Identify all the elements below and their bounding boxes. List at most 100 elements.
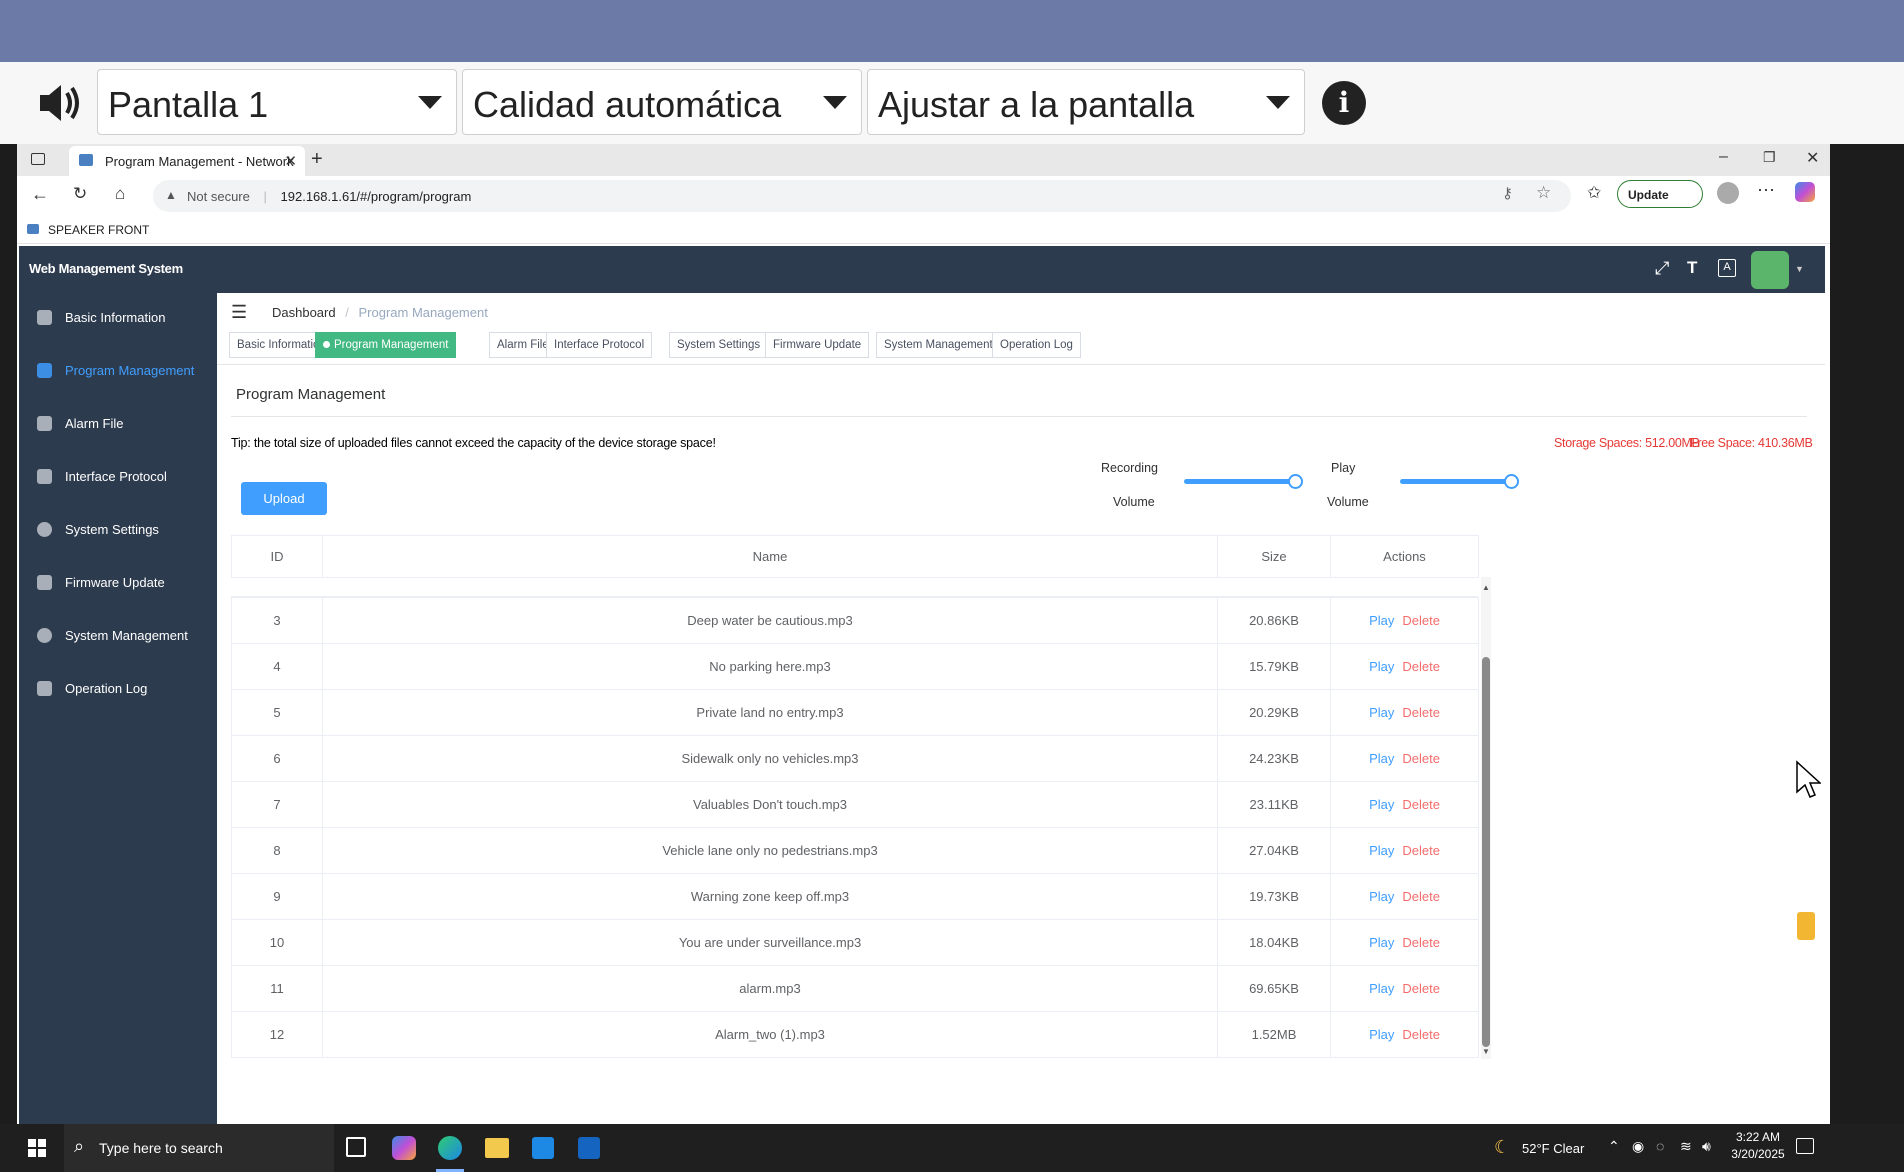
scroll-up-icon[interactable]: ▲ [1482,583,1490,592]
edge-icon[interactable] [438,1136,462,1160]
info-icon[interactable]: i [1322,81,1366,125]
sidebar-item-alarm-file[interactable]: Alarm File [19,404,217,444]
tab-actions-icon[interactable] [31,153,45,165]
screen-select[interactable]: Pantalla 1 [97,69,457,135]
sidebar: Basic Information Program Management Ala… [19,293,217,1124]
sidebar-item-basic-information[interactable]: Basic Information [19,298,217,338]
recording-volume-slider[interactable] [1184,479,1296,484]
close-tab-icon[interactable]: ✕ [284,152,297,170]
breadcrumb: Dashboard / Program Management [272,305,488,320]
quality-select[interactable]: Calidad automática [462,69,862,135]
file-explorer-icon[interactable] [485,1138,509,1158]
tag-system-management[interactable]: System Management [876,332,1001,358]
delete-link[interactable]: Delete [1402,751,1440,766]
tag-system-settings[interactable]: System Settings [669,332,769,358]
play-link[interactable]: Play [1369,705,1394,720]
sidebar-item-program-management[interactable]: Program Management [19,351,217,391]
tag-program-management[interactable]: Program Management [315,332,457,358]
new-tab-icon[interactable]: + [311,148,323,171]
play-link[interactable]: Play [1369,935,1394,950]
close-window-icon[interactable]: ✕ [1806,148,1819,168]
clock[interactable]: 3:22 AM 3/20/2025 [1728,1130,1788,1161]
user-avatar[interactable] [1751,251,1789,289]
tag-operation-log[interactable]: Operation Log [992,332,1081,358]
fullscreen-icon[interactable]: ⤢ [1655,258,1669,279]
delete-link[interactable]: Delete [1402,705,1440,720]
play-volume-slider[interactable] [1400,479,1512,484]
browser-tab[interactable]: Program Management - Network ✕ [69,146,305,176]
sidebar-item-system-management[interactable]: System Management [19,616,217,656]
play-link[interactable]: Play [1369,659,1394,674]
outlook-icon[interactable] [578,1137,600,1159]
scroll-down-icon[interactable]: ▼ [1482,1047,1490,1056]
play-link[interactable]: Play [1369,751,1394,766]
sidebar-item-label: Operation Log [65,681,148,696]
text-size-icon[interactable]: T [1687,258,1697,278]
home-icon[interactable]: ⌂ [115,184,125,204]
avatar-dropdown-icon[interactable]: ▼ [1795,264,1804,274]
wifi-icon[interactable]: ≋ [1680,1138,1692,1155]
profile-avatar[interactable] [1717,182,1739,204]
translate-icon[interactable]: A [1718,259,1736,277]
recording-volume-handle[interactable] [1288,474,1303,489]
delete-link[interactable]: Delete [1402,1027,1440,1042]
delete-link[interactable]: Delete [1402,935,1440,950]
main-content: ☰ Dashboard / Program Management Basic I… [217,293,1825,1124]
play-link[interactable]: Play [1369,613,1394,628]
tag-interface-protocol[interactable]: Interface Protocol [546,332,653,358]
upload-button[interactable]: Upload [241,482,327,515]
clock-time: 3:22 AM [1735,1130,1781,1144]
table-scrollbar[interactable]: ▲ ▼ [1481,577,1491,1059]
play-volume-handle[interactable] [1504,474,1519,489]
delete-link[interactable]: Delete [1402,613,1440,628]
table-row: 8 Vehicle lane only no pedestrians.mp3 27.… [231,827,1479,874]
tag-firmware-update[interactable]: Firmware Update [765,332,870,358]
delete-link[interactable]: Delete [1402,843,1440,858]
back-icon[interactable]: ← [31,184,49,205]
key-icon[interactable]: ⚷ [1502,184,1513,202]
weather-text[interactable]: 52°F Clear [1522,1141,1584,1156]
chevron-up-icon[interactable]: ⌃ [1608,1138,1620,1155]
taskbar-search[interactable]: ⌕ Type here to search [64,1124,334,1172]
notifications-icon[interactable] [1796,1138,1814,1154]
sidebar-item-firmware-update[interactable]: Firmware Update [19,563,217,603]
url-field[interactable]: ▲ Not secure | 192.168.1.61/#/program/pr… [153,180,1571,212]
delete-link[interactable]: Delete [1402,981,1440,996]
remote-toolbar: Pantalla 1 Calidad automática Ajustar a … [0,62,1904,144]
task-view-icon[interactable] [346,1137,366,1157]
play-link[interactable]: Play [1369,889,1394,904]
favorites-bar: SPEAKER FRONT [17,216,1830,244]
sidebar-item-system-settings[interactable]: System Settings [19,510,217,550]
favorite-speaker-front[interactable]: SPEAKER FRONT [48,223,149,237]
restore-icon[interactable]: ❐ [1763,149,1776,166]
search-placeholder: Type here to search [99,1140,223,1156]
copilot-icon[interactable] [1795,182,1815,202]
tray-icon[interactable]: ◉ [1632,1138,1644,1155]
delete-link[interactable]: Delete [1402,797,1440,812]
sidebar-item-interface-protocol[interactable]: Interface Protocol [19,457,217,497]
scrollbar-thumb[interactable] [1482,657,1490,1047]
copilot-icon[interactable] [392,1136,416,1160]
remote-tool-icon[interactable] [1797,912,1815,940]
windows-start-icon[interactable] [28,1139,46,1157]
hamburger-icon[interactable]: ☰ [231,302,247,323]
store-icon[interactable] [532,1137,554,1159]
speaker-icon[interactable] [36,80,84,126]
play-link[interactable]: Play [1369,843,1394,858]
star-icon[interactable]: ☆ [1536,183,1551,203]
delete-link[interactable]: Delete [1402,889,1440,904]
network-icon[interactable]: ◌ [1656,1138,1664,1154]
minimize-icon[interactable]: – [1719,148,1728,166]
volume-icon[interactable]: 🔊︎ [1702,1138,1711,1155]
play-link[interactable]: Play [1369,797,1394,812]
breadcrumb-dashboard[interactable]: Dashboard [272,305,336,320]
reload-icon[interactable]: ↻ [73,184,87,204]
sidebar-item-operation-log[interactable]: Operation Log [19,669,217,709]
favorites-icon[interactable]: ✩ [1587,183,1601,203]
fit-select[interactable]: Ajustar a la pantalla [867,69,1305,135]
update-button[interactable]: Update [1617,180,1703,208]
play-link[interactable]: Play [1369,981,1394,996]
more-icon[interactable]: ⋯ [1757,180,1775,201]
play-link[interactable]: Play [1369,1027,1394,1042]
delete-link[interactable]: Delete [1402,659,1440,674]
